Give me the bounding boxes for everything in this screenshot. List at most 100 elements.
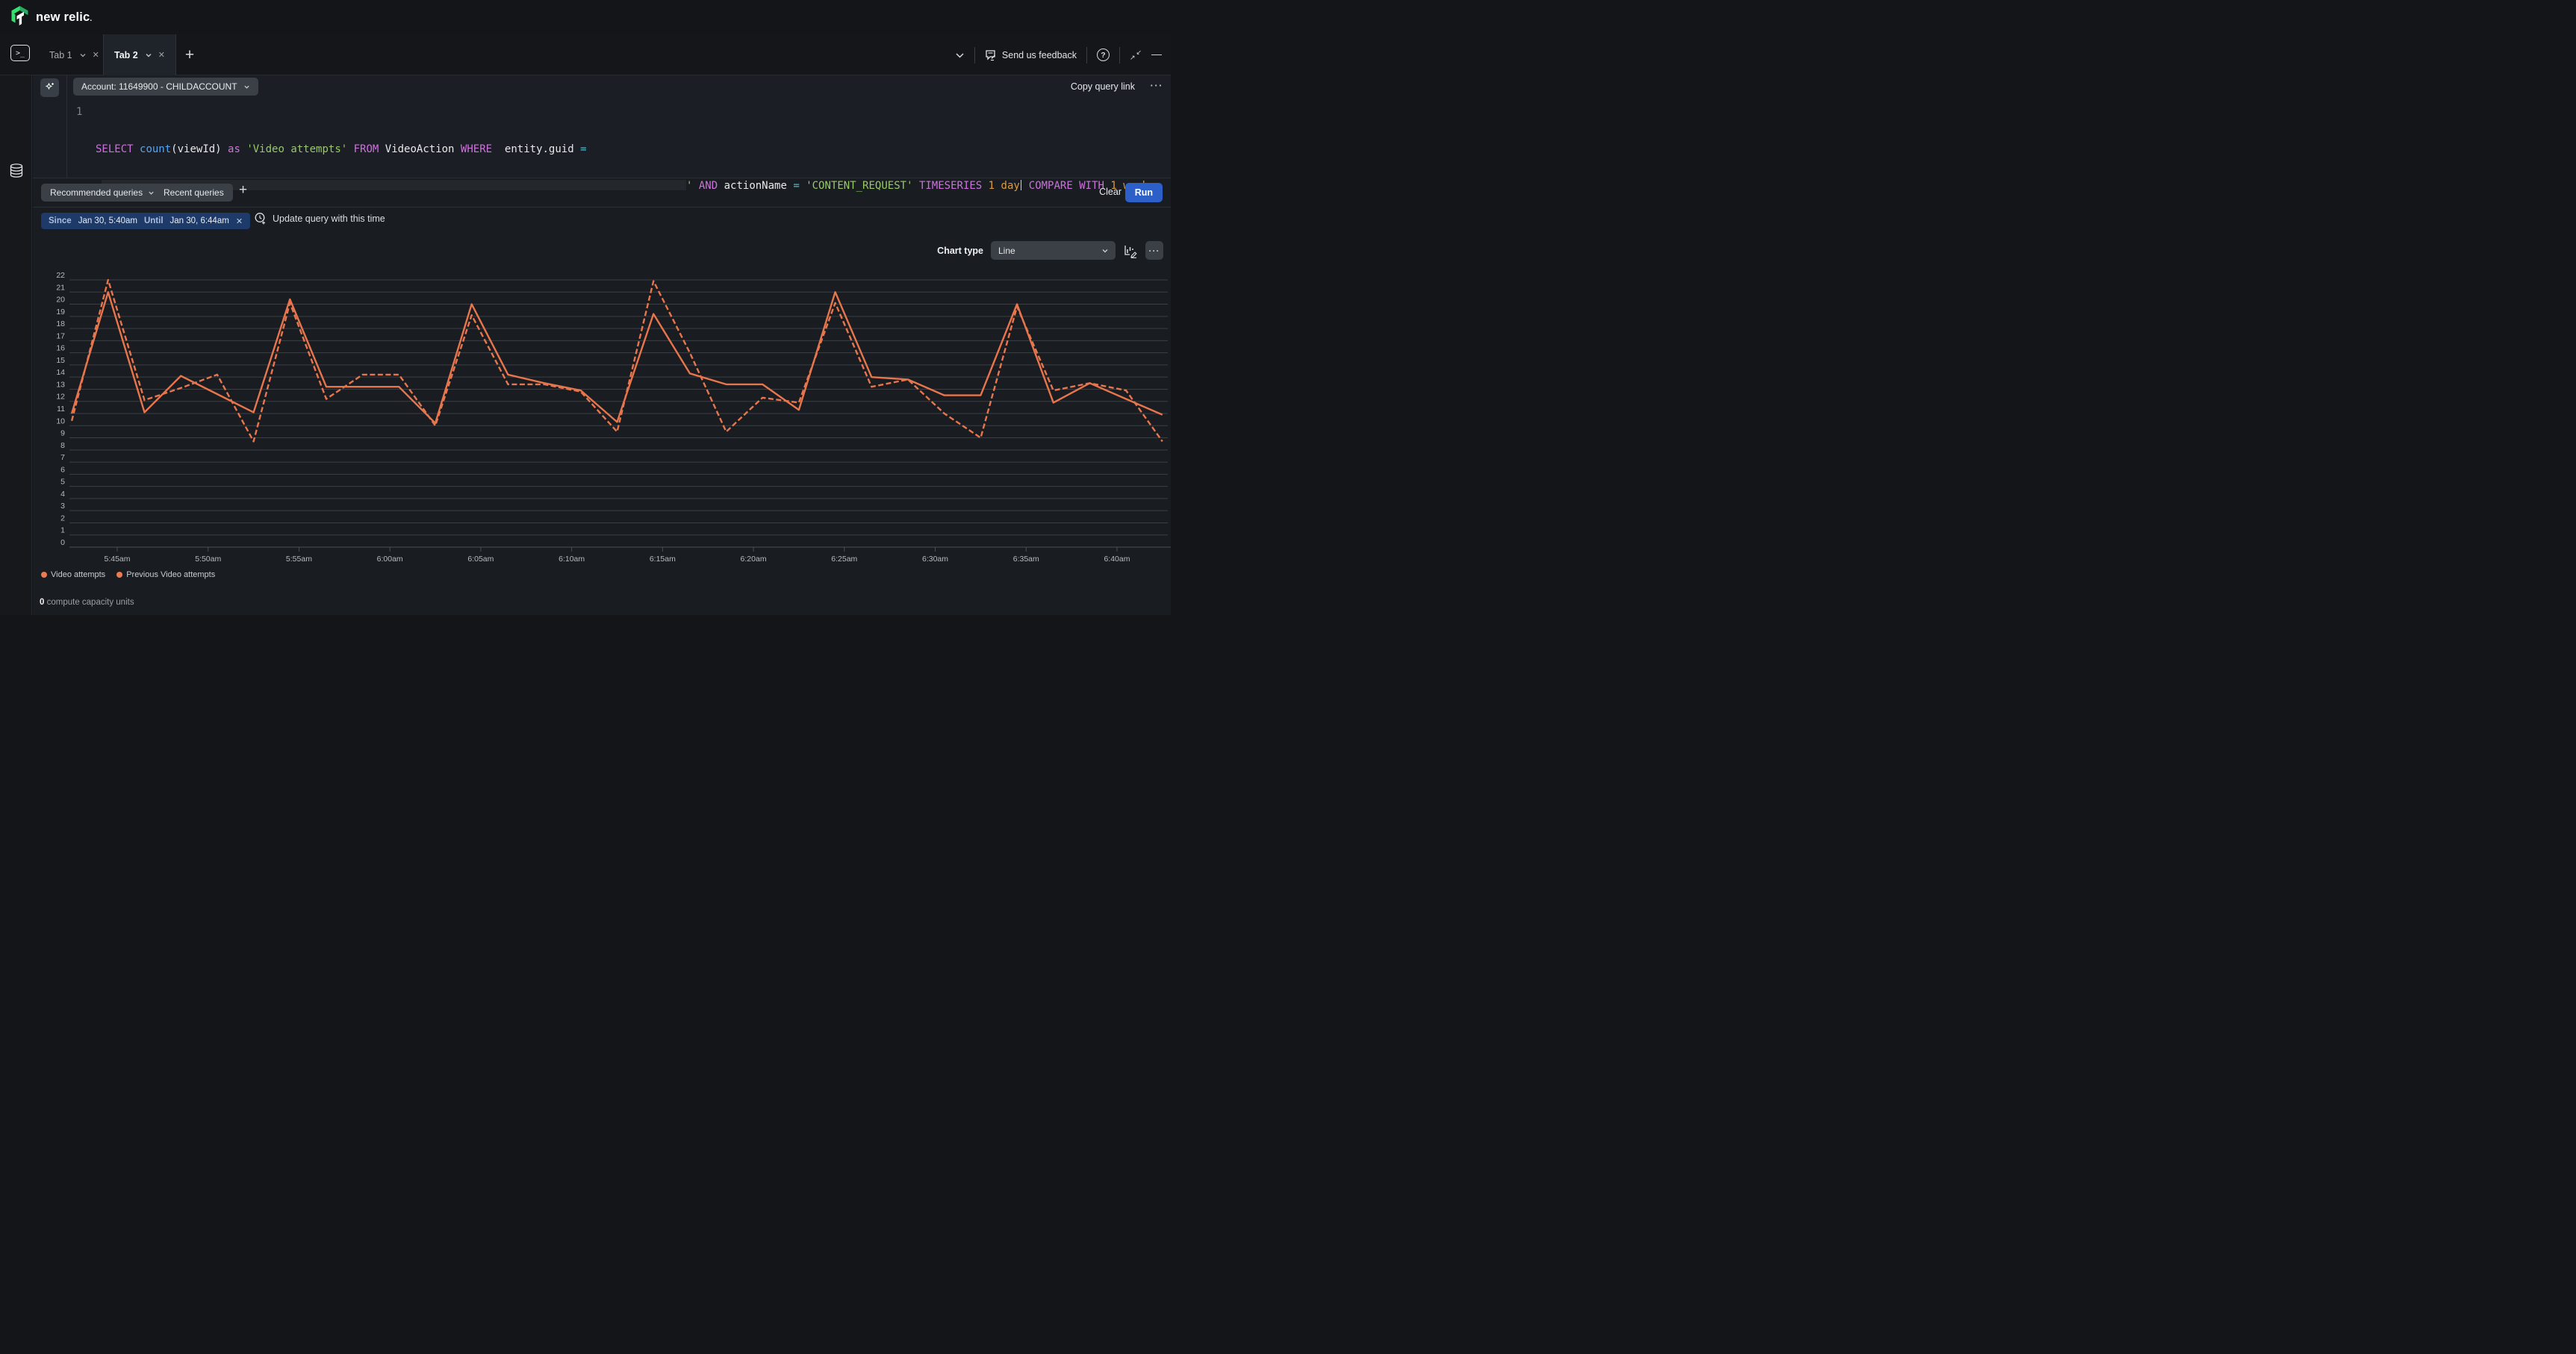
chart-legend: Video attempts Previous Video attempts bbox=[41, 570, 215, 579]
y-axis-tick-label: 5 bbox=[60, 478, 65, 487]
query-token: = bbox=[580, 143, 586, 155]
chart-canvas[interactable]: 0123456789101112131415161718192021225:45… bbox=[33, 263, 1171, 561]
query-token: (viewId) bbox=[171, 143, 228, 155]
edit-chart-icon[interactable] bbox=[1123, 243, 1138, 258]
x-axis-tick-label: 5:55am bbox=[286, 555, 312, 561]
y-axis-tick-label: 16 bbox=[56, 344, 65, 353]
x-axis-tick-label: 5:45am bbox=[104, 555, 130, 561]
chart-type-select[interactable]: Line bbox=[991, 241, 1116, 260]
chart-controls: Chart type Line ··· bbox=[937, 241, 1163, 260]
y-axis-tick-label: 3 bbox=[60, 502, 65, 511]
legend-item[interactable]: Previous Video attempts bbox=[116, 570, 215, 579]
y-axis-tick-label: 22 bbox=[56, 271, 65, 280]
help-icon[interactable]: ? bbox=[1097, 49, 1110, 61]
divider bbox=[66, 75, 67, 178]
console-icon[interactable]: >_ bbox=[10, 45, 30, 61]
minimize-icon[interactable]: — bbox=[1151, 48, 1162, 60]
tab-bar: >_ Tab 1 ✕ Tab 2 ✕ + bbox=[0, 34, 1171, 75]
copy-query-link-button[interactable]: Copy query link bbox=[1071, 81, 1135, 92]
time-range-pill[interactable]: Since Jan 30, 5:40am Until Jan 30, 6:44a… bbox=[41, 213, 250, 229]
account-selector-label: Account: 11649900 - CHILDACCOUNT bbox=[81, 81, 237, 92]
query-token: SELECT bbox=[96, 143, 134, 155]
divider bbox=[974, 47, 975, 63]
recent-queries-label: Recent queries bbox=[164, 187, 224, 198]
y-axis-tick-label: 21 bbox=[56, 283, 65, 292]
line-number: 1 bbox=[76, 106, 82, 119]
recommended-queries-button[interactable]: Recommended queries bbox=[41, 184, 164, 202]
y-axis-tick-label: 2 bbox=[60, 514, 65, 522]
remove-time-range-icon[interactable]: ✕ bbox=[236, 216, 243, 226]
tab-1-label: Tab 1 bbox=[49, 50, 72, 60]
chart-menu-button[interactable]: ··· bbox=[1145, 241, 1163, 260]
time-filter-row: Since Jan 30, 5:40am Until Jan 30, 6:44a… bbox=[33, 208, 1171, 234]
main-content: Account: 11649900 - CHILDACCOUNT Copy qu… bbox=[33, 75, 1171, 615]
ai-assistant-button[interactable] bbox=[40, 78, 59, 97]
tab-2-label: Tab 2 bbox=[114, 50, 138, 60]
x-axis-tick-label: 6:30am bbox=[922, 555, 948, 561]
since-label: Since bbox=[49, 216, 72, 225]
y-axis-tick-label: 14 bbox=[56, 368, 65, 377]
close-tab-icon[interactable]: ✕ bbox=[158, 50, 165, 60]
legend-label: Video attempts bbox=[51, 570, 105, 579]
x-axis-tick-label: 6:10am bbox=[559, 555, 585, 561]
recommended-queries-label: Recommended queries bbox=[50, 187, 143, 198]
x-axis-tick-label: 6:05am bbox=[467, 555, 494, 561]
divider bbox=[1086, 47, 1087, 63]
timeseries-chart[interactable]: 0123456789101112131415161718192021225:45… bbox=[33, 263, 1171, 561]
y-axis-tick-label: 12 bbox=[56, 393, 65, 402]
clock-plus-icon bbox=[254, 212, 267, 225]
query-token: VideoAction bbox=[379, 143, 461, 155]
until-value: Jan 30, 6:44am bbox=[170, 216, 229, 225]
add-query-button[interactable]: + bbox=[239, 182, 247, 199]
tab-1[interactable]: Tab 1 ✕ bbox=[39, 34, 110, 75]
query-token: WHERE bbox=[461, 143, 492, 155]
chevron-down-icon[interactable] bbox=[79, 52, 86, 58]
chevron-down-icon bbox=[1101, 247, 1108, 254]
clear-button[interactable]: Clear bbox=[1099, 187, 1121, 197]
editor-menu-button[interactable]: ··· bbox=[1151, 80, 1164, 91]
collapse-window-icon[interactable]: ↙↗ bbox=[1130, 49, 1142, 61]
query-token: as bbox=[228, 143, 240, 155]
chevron-down-icon[interactable] bbox=[955, 52, 965, 58]
data-explorer-icon[interactable] bbox=[8, 163, 25, 183]
y-axis-tick-label: 1 bbox=[60, 526, 65, 535]
y-axis-tick-label: 0 bbox=[60, 538, 65, 547]
y-axis-tick-label: 15 bbox=[56, 356, 65, 365]
update-query-time-button[interactable]: Update query with this time bbox=[254, 212, 385, 225]
new-tab-button[interactable]: + bbox=[181, 46, 198, 64]
chart-type-label: Chart type bbox=[937, 246, 983, 256]
until-label: Until bbox=[144, 216, 164, 225]
query-toolbar: Recommended queries Recent queries + Cle… bbox=[33, 179, 1171, 208]
legend-item[interactable]: Video attempts bbox=[41, 570, 105, 579]
nrql-editor[interactable]: Account: 11649900 - CHILDACCOUNT Copy qu… bbox=[33, 75, 1171, 178]
x-axis-tick-label: 6:40am bbox=[1104, 555, 1130, 561]
send-feedback-label: Send us feedback bbox=[1002, 50, 1077, 60]
x-axis-tick-label: 6:00am bbox=[377, 555, 403, 561]
query-token: count bbox=[140, 143, 171, 155]
x-axis-tick-label: 6:20am bbox=[741, 555, 767, 561]
query-builder-page: new relic. >_ Tab 1 ✕ Tab 2 ✕ + bbox=[0, 0, 1171, 615]
series-solid-line[interactable] bbox=[72, 292, 1163, 423]
x-axis-tick-label: 6:25am bbox=[831, 555, 857, 561]
update-query-time-label: Update query with this time bbox=[273, 213, 385, 224]
since-value: Jan 30, 5:40am bbox=[78, 216, 137, 225]
compute-capacity-footer: 0 compute capacity units bbox=[40, 598, 134, 607]
x-axis-tick-label: 6:35am bbox=[1013, 555, 1039, 561]
y-axis-tick-label: 19 bbox=[56, 308, 65, 316]
close-tab-icon[interactable]: ✕ bbox=[93, 50, 99, 60]
y-axis-tick-label: 4 bbox=[60, 490, 65, 499]
query-token: entity.guid bbox=[492, 143, 580, 155]
tab-2[interactable]: Tab 2 ✕ bbox=[103, 34, 176, 75]
query-token bbox=[134, 143, 140, 155]
legend-label: Previous Video attempts bbox=[126, 570, 215, 579]
y-axis-tick-label: 11 bbox=[57, 405, 65, 414]
new-relic-logo-icon bbox=[10, 6, 29, 29]
send-feedback-button[interactable]: Send us feedback bbox=[985, 49, 1077, 61]
run-button[interactable]: Run bbox=[1125, 183, 1163, 202]
recent-queries-button[interactable]: Recent queries bbox=[155, 184, 233, 202]
compute-capacity-label: compute capacity units bbox=[44, 598, 134, 607]
query-token: 'Video attempts' bbox=[246, 143, 347, 155]
account-selector[interactable]: Account: 11649900 - CHILDACCOUNT bbox=[73, 78, 258, 96]
chevron-down-icon[interactable] bbox=[145, 52, 152, 58]
feedback-icon bbox=[985, 49, 997, 61]
